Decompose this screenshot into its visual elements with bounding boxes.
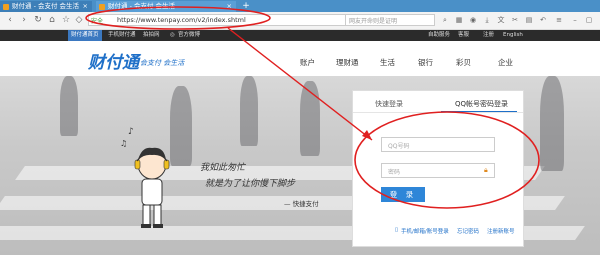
site-header: 财付通 会支付 会生活 账户 理财通 生活 银行 彩贝 企业 [0, 41, 600, 76]
nav-bank[interactable]: 银行 [418, 57, 433, 68]
link-register[interactable]: 注册新账号 [487, 227, 515, 235]
password-input[interactable]: 密码 🔒︎ [381, 163, 495, 178]
nav-licaitong[interactable]: 理财通 [336, 57, 359, 68]
site-topbar: 财付通首页 手机财付通 拍拍网 ◎ 官方微博 自助服务 客服 注册 Englis… [0, 30, 600, 41]
forward-icon[interactable]: › [18, 14, 30, 26]
topbar-link-home[interactable]: 财付通首页 [68, 30, 102, 41]
browser-toolbar: ‹ › ↻ ⌂ ☆ ◇ 安全 https://www.tenpay.com/v2… [0, 12, 600, 30]
browser-tab-active[interactable]: 财付通 - 会支付 会生活 × [96, 1, 236, 12]
hero-banner: ♪ ♫ 我如此匆忙 就是为了让你慢下脚步 — 快捷支付 快速登录 QQ帐号密码登… [0, 76, 600, 255]
pedestrian-figure [60, 76, 78, 136]
shield-icon[interactable]: ◇ [73, 14, 85, 26]
topbar-link-english[interactable]: English [503, 30, 523, 41]
minimize-icon[interactable]: – [570, 15, 580, 25]
undo-icon[interactable]: ↶ [538, 15, 548, 25]
link-forgot-password[interactable]: 忘记密码 [457, 227, 479, 235]
tenpay-favicon-icon [99, 4, 105, 10]
tab-label: 财付通 - 会支付 会生活 [12, 2, 80, 10]
mobile-icon: ▯ [395, 227, 399, 233]
game-icon[interactable]: ◉ [468, 15, 478, 25]
close-icon[interactable]: × [83, 1, 88, 12]
topbar-link-weibo[interactable]: 官方微博 [178, 30, 200, 41]
secure-label: 安全 [91, 18, 104, 25]
url-text: https://www.tenpay.com/v2/index.shtml [117, 16, 246, 24]
topbar-link-register[interactable]: 注册 [483, 30, 494, 41]
nav-life[interactable]: 生活 [380, 57, 395, 68]
topbar-link-service[interactable]: 客服 [458, 30, 469, 41]
tab-label: 财付通 - 会支付 会生活 [108, 2, 176, 10]
search-icon[interactable]: ⌕ [440, 15, 450, 25]
lock-icon: 🔒︎ [484, 166, 488, 174]
nav-account[interactable]: 账户 [300, 57, 315, 68]
nav-caibei[interactable]: 彩贝 [456, 57, 471, 68]
login-button[interactable]: 登 录 [381, 187, 425, 202]
extensions-icon[interactable]: ▤ [524, 15, 534, 25]
menu-icon[interactable]: ≡ [554, 15, 564, 25]
slogan: 会支付 会生活 [140, 59, 185, 67]
translate-icon[interactable]: 文 [496, 15, 506, 25]
pedestrian-figure [540, 76, 564, 171]
hero-signature: — 快捷支付 [284, 200, 319, 208]
svg-text:♫: ♫ [120, 139, 127, 148]
tab-quick-login[interactable]: 快速登录 [375, 99, 403, 109]
home-icon[interactable]: ⌂ [46, 14, 58, 26]
hero-line-2: 就是为了让你慢下脚步 [205, 179, 296, 189]
svg-text:♪: ♪ [128, 127, 134, 137]
topbar-link-mobile[interactable]: 手机财付通 [108, 30, 136, 41]
link-mobile-email-login[interactable]: 手机/邮箱/账号登录 [401, 227, 449, 235]
hero-line-1: 我如此匆忙 [200, 163, 246, 173]
login-panel: 快速登录 QQ帐号密码登录 QQ号码 密码 🔒︎ 登 录 ▯ 手机/邮箱/账号登… [352, 90, 524, 247]
address-bar[interactable]: 安全 https://www.tenpay.com/v2/index.shtml [88, 14, 358, 26]
search-placeholder: 网友开命则是证明 [349, 18, 398, 25]
tab-divider [353, 112, 523, 113]
pedestrian-figure [240, 76, 258, 146]
bookmark-star-icon[interactable]: ☆ [60, 14, 72, 26]
scissors-icon[interactable]: ✂ [510, 15, 520, 25]
password-placeholder: 密码 [388, 169, 401, 176]
new-tab-button[interactable]: + [240, 0, 252, 12]
username-placeholder: QQ号码 [388, 143, 410, 150]
close-icon[interactable]: × [227, 1, 232, 12]
back-icon[interactable]: ‹ [4, 14, 16, 26]
browser-tab-bar: 财付通 - 会支付 会生活 × 财付通 - 会支付 会生活 × + [0, 0, 600, 12]
nav-enterprise[interactable]: 企业 [498, 57, 513, 68]
tenpay-favicon-icon [3, 4, 9, 10]
grid-icon[interactable]: ▦ [454, 15, 464, 25]
topbar-link-selfservice[interactable]: 自助服务 [428, 30, 450, 41]
download-icon[interactable]: ⤓ [482, 15, 492, 25]
pedestrian-figure [300, 81, 320, 156]
browser-tab[interactable]: 财付通 - 会支付 会生活 × [0, 1, 92, 12]
cartoon-character-icon: ♪ ♫ [120, 127, 170, 228]
browser-search-input[interactable]: 网友开命则是证明 [345, 14, 435, 26]
tenpay-logo[interactable]: 财付通 [88, 48, 139, 73]
topbar-link-paipai[interactable]: 拍拍网 [143, 30, 160, 41]
tab-qq-password-login[interactable]: QQ帐号密码登录 [455, 99, 508, 109]
active-tab-underline [441, 111, 517, 112]
window-icon[interactable]: ▢ [584, 15, 594, 25]
refresh-icon[interactable]: ↻ [32, 14, 44, 26]
weibo-icon: ◎ [170, 32, 175, 38]
username-input[interactable]: QQ号码 [381, 137, 495, 152]
